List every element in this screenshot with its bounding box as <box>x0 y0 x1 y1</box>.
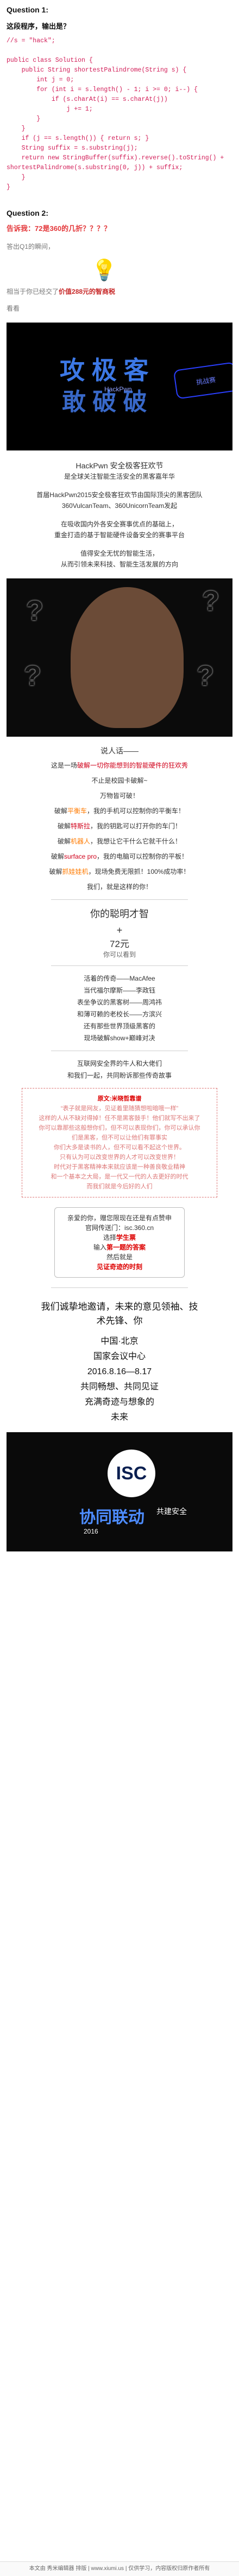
challenge-item: 破解抓娃娃机，现场免费无限抓！100%成功率！ <box>49 868 190 875</box>
hero-tag: HackPwn <box>104 385 132 393</box>
isc-logo: ISC <box>108 1450 155 1497</box>
challenge-line1: 这是一场破解一切你能想到的智能硬件的狂欢秀 <box>51 762 188 769</box>
question-mark-icon: ? <box>24 660 41 692</box>
hero-banner: 攻 极 客 敢 破 破 挑战赛 HackPwn <box>7 323 232 450</box>
question2-title: Question 2: <box>7 209 49 217</box>
question2-line4: 看看 <box>7 305 20 312</box>
question1-title: Question 1: <box>7 5 49 14</box>
question2-line1: 告诉我：72是360的几折？？？？ <box>7 224 111 233</box>
intro-caption: HackPwn 安全极客狂欢节 是全球关注智能生活安全的黑客嘉年华 首届Hack… <box>36 461 203 568</box>
challenge-line2: 不止是校园卡破解~ <box>91 777 148 784</box>
guest-line: 当代福尔摩斯——李政钰 <box>83 987 155 994</box>
article: Question 1: 这段程序，输出是？ //s = "hack"; publ… <box>0 5 239 2576</box>
banner-text-2: 共建安全 <box>156 1507 187 1516</box>
question-mark-icon: ? <box>26 595 43 627</box>
banner-date: 2016 <box>84 1528 98 1535</box>
question2-line3: 相当于你已经交了价值288元的智商税 <box>7 288 116 295</box>
thinking-emoji-icon: 💡 <box>91 259 117 282</box>
face-illustration <box>71 587 184 728</box>
page-footer: 本文由 秀米编辑器 排版 | www.xiumi.us | 仅供学习，内容版权归… <box>0 2561 239 2576</box>
divider <box>51 965 188 966</box>
guest-line: 和薄可赖的老校长——方滨兴 <box>77 1010 162 1018</box>
challenge-item: 破解平衡车，我的手机可以控制你的平衡车！ <box>54 807 185 815</box>
confused-photo: ? ? ? ? <box>7 578 232 737</box>
guest-line: 现场破解show+巅峰对决 <box>84 1034 155 1042</box>
code-block: //s = "hack"; public class Solution { pu… <box>7 37 224 191</box>
quote-box: 原文:米晓哲靠谱 “表子就是网友，见证着里随猜想啦暗哦一样” 这样的人从不缺对得… <box>22 1088 217 1197</box>
challenge-line3: 万物皆可破！ <box>99 792 139 800</box>
divider <box>51 899 188 900</box>
divider <box>51 1287 188 1288</box>
challenge-item: 破解机器人，我想让它干什么它就干什么！ <box>57 838 182 845</box>
question2-line2: 答出Q1的瞬间， <box>7 243 55 250</box>
guest-line: 还有那些世界顶级黑客的 <box>83 1022 155 1030</box>
hero-title-1: 攻 极 客 <box>60 356 149 384</box>
promo: 你的聪明才智 + 72元 你可以看到 <box>90 909 149 958</box>
gift-box: 亲爱的你，赠您限现在还是有点赞申 官网传送门：isc.360.cn 选择学生票 … <box>54 1207 185 1278</box>
guests-closing: 互联网安全界的牛人和大佬们 和我们一起，共同盼诉那些传奇故事 <box>67 1060 172 1079</box>
question-mark-icon: ? <box>197 660 214 692</box>
challenge-item: 破解特斯拉，我的钥匙可以打开你的车门！ <box>57 822 182 830</box>
challenge-item: 破解surface pro，我的电脑可以控制你的平板！ <box>51 853 188 860</box>
hero-badge: 挑战赛 <box>173 362 232 400</box>
invite-text: 我们诚挚地邀请，未来的意见领袖、技 术先锋、你 <box>41 1302 198 1326</box>
banner-text-1: 协同联动 <box>79 1509 144 1527</box>
bottom-banner: ISC 协同联动 共建安全 2016 <box>7 1432 232 1551</box>
event-info: 中国·北京 国家会议中心 2016.8.16—8.17 共同畅想、共同见证 充满… <box>80 1337 159 1422</box>
challenge-title: 说人话—— <box>100 746 139 755</box>
challenge-closing: 我们，就是这样的你！ <box>86 883 152 891</box>
guest-lines: 活着的传奇——MacAfee 当代福尔摩斯——李政钰 表坐争议的黑客树——周鸿祎 和薄… <box>0 973 239 1044</box>
guest-line: 表坐争议的黑客树——周鸿祎 <box>77 999 162 1006</box>
question-mark-icon: ? <box>202 585 219 617</box>
guest-line: 活着的传奇——MacAfee <box>84 975 155 982</box>
question1-instruction: 这段程序，输出是？ <box>7 22 71 30</box>
